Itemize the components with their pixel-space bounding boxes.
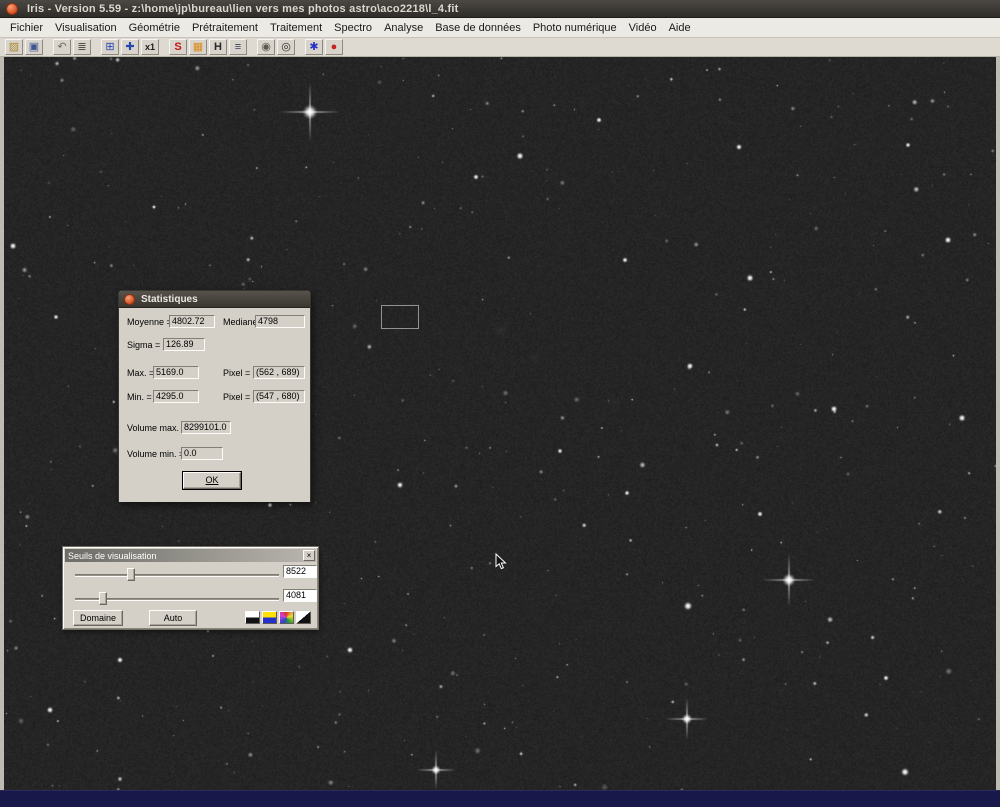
statistics-title: Statistiques [141,293,198,305]
blue-star-icon[interactable]: ✱ [305,39,323,55]
moyenne-label: Moyenne = [127,317,172,327]
volume-max-value: 8299101.0 [181,421,231,434]
thresholds-title: Seuils de visualisation [68,550,157,561]
thresholds-close-icon[interactable]: × [303,550,315,561]
mediane-value: 4798 [255,315,305,328]
statistics-titlebar[interactable]: Statistiques [119,291,310,308]
threshold-icon[interactable]: ▦ [189,39,207,55]
menu-spectro[interactable]: Spectro [328,19,378,37]
toolbar-separator [93,47,101,48]
thresholds-titlebar[interactable]: Seuils de visualisation × [65,549,316,562]
bw-mode-button[interactable] [245,611,260,624]
screen: Iris - Version 5.59 - z:\home\jp\bureau\… [0,0,1000,807]
workspace: Statistiques Moyenne = 4802.72 Mediane =… [0,57,1000,790]
undo-icon[interactable]: ↶ [53,39,71,55]
move-arrows-icon[interactable]: ✚ [121,39,139,55]
sigma-value: 126.89 [163,338,205,351]
min-pixel-value: (547 , 680) [253,390,305,403]
ramp-mode-button[interactable] [296,611,311,624]
max-label: Max. = [127,368,155,378]
max-value: 5169.0 [153,366,199,379]
max-pixel-value: (562 , 689) [253,366,305,379]
menu-aide[interactable]: Aide [663,19,697,37]
camera-icon[interactable]: ◉ [257,39,275,55]
volume-min-label: Volume min. = [127,449,185,459]
menu-pr-traitement[interactable]: Prétraitement [186,19,264,37]
toolbar-separator [45,47,53,48]
save-icon[interactable]: ▣ [25,39,43,55]
menubar: Fichier Visualisation Géométrie Prétraiteme… [0,18,1000,38]
selection-rectangle[interactable] [381,305,419,329]
thresholds-dialog: Seuils de visualisation × 8522 4081 Doma… [62,546,319,630]
sigma-label: Sigma = [127,340,161,350]
domaine-button[interactable]: Domaine [73,610,123,626]
high-threshold-slider-track[interactable] [75,574,279,577]
toolbar: ▨ ▣ ↶ ≣ ⊞ ✚ x1 S ▦ H ≡ ◉ ◎ ✱ ● [0,38,1000,57]
pan-grid-icon[interactable]: ⊞ [101,39,119,55]
red-dot-icon[interactable]: ● [325,39,343,55]
duo-mode-button[interactable] [262,611,277,624]
toolbar-separator [161,47,169,48]
auto-button[interactable]: Auto [149,610,197,626]
menu-base-de-donn-es[interactable]: Base de données [429,19,527,37]
color-mode-button[interactable] [279,611,294,624]
toolbar-separator [297,47,305,48]
low-threshold-value[interactable]: 4081 [283,589,317,602]
moyenne-value: 4802.72 [169,315,215,328]
high-threshold-value[interactable]: 8522 [283,565,317,578]
desktop-strip [0,790,1000,807]
volume-max-label: Volume max. = [127,423,187,433]
toolbar-separator [249,47,257,48]
histogram-icon[interactable]: H [209,39,227,55]
menu-fichier[interactable]: Fichier [4,19,49,37]
window-title: Iris - Version 5.59 - z:\home\jp\bureau\… [27,2,459,15]
spectro-s-icon[interactable]: S [169,39,187,55]
high-threshold-slider-thumb[interactable] [127,568,135,581]
thresholds-body: 8522 4081 Domaine Auto [63,562,318,629]
menu-analyse[interactable]: Analyse [378,19,429,37]
ok-button[interactable]: OK [183,472,241,489]
min-pixel-label: Pixel = [223,392,251,402]
command-list-icon[interactable]: ≡ [229,39,247,55]
low-threshold-slider-thumb[interactable] [99,592,107,605]
menu-photo-num-rique[interactable]: Photo numérique [527,19,623,37]
zoom-x1-icon[interactable]: x1 [141,39,159,55]
min-value: 4295.0 [153,390,199,403]
menu-vid-o[interactable]: Vidéo [623,19,663,37]
max-pixel-label: Pixel = [223,368,251,378]
open-file-icon[interactable]: ▨ [5,39,23,55]
titlebar: Iris - Version 5.59 - z:\home\jp\bureau\… [0,0,1000,18]
min-label: Min. = [127,392,152,402]
menu-traitement[interactable]: Traitement [264,19,328,37]
menu-visualisation[interactable]: Visualisation [49,19,123,37]
statistics-dialog: Statistiques Moyenne = 4802.72 Mediane =… [118,290,311,502]
menu-g-om-trie[interactable]: Géométrie [123,19,186,37]
volume-min-value: 0.0 [181,447,223,460]
close-window-icon[interactable] [6,2,18,15]
statistics-close-icon[interactable] [124,293,135,305]
image-viewport[interactable]: Statistiques Moyenne = 4802.72 Mediane =… [4,57,996,790]
target-icon[interactable]: ◎ [277,39,295,55]
adjust-icon[interactable]: ≣ [73,39,91,55]
statistics-body: Moyenne = 4802.72 Mediane = 4798 Sigma =… [119,308,310,502]
